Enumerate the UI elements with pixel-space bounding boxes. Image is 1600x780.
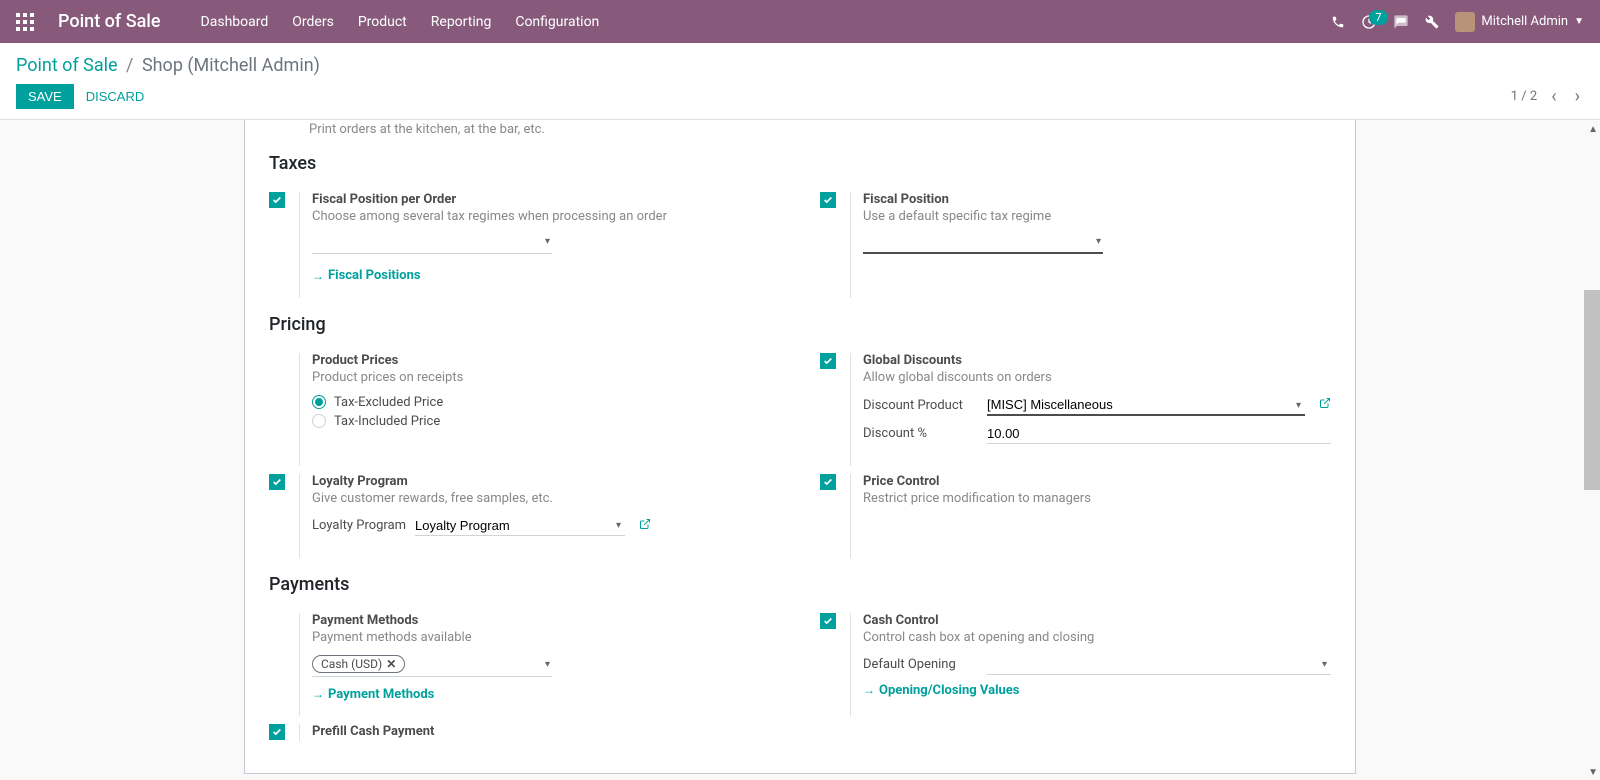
tag-cash-usd: Cash (USD) ✕: [312, 655, 405, 673]
activities-icon[interactable]: 7: [1361, 14, 1377, 30]
activity-badge: 7: [1369, 10, 1387, 25]
radio-icon: [312, 395, 326, 409]
label-loyalty-program: Loyalty Program: [312, 518, 407, 533]
desc-cash-control: Control cash box at opening and closing: [863, 630, 1331, 645]
label-fiscal-position: Fiscal Position: [863, 192, 1331, 207]
radio-icon: [312, 414, 326, 428]
discard-button[interactable]: DISCARD: [74, 84, 157, 109]
form-sheet: Print orders at the kitchen, at the bar,…: [244, 120, 1356, 774]
label-price-control: Price Control: [863, 474, 1331, 489]
section-taxes: Taxes: [269, 153, 1331, 174]
checkbox-fiscal-position[interactable]: [820, 192, 836, 208]
checkbox-loyalty[interactable]: [269, 474, 285, 490]
pager-next-icon[interactable]: ›: [1571, 86, 1584, 107]
checkbox-global-discounts[interactable]: [820, 353, 836, 369]
checkbox-prefill-cash[interactable]: [269, 724, 285, 740]
desc-payment-methods: Payment methods available: [312, 630, 780, 645]
tag-remove-icon[interactable]: ✕: [386, 657, 396, 671]
phone-icon[interactable]: [1331, 15, 1345, 29]
breadcrumb: Point of Sale / Shop (Mitchell Admin): [16, 55, 1584, 76]
label-default-opening: Default Opening: [863, 657, 979, 672]
avatar: [1455, 12, 1475, 32]
pager: 1 / 2 ‹ ›: [1511, 86, 1584, 107]
truncated-prev-desc: Print orders at the kitchen, at the bar,…: [269, 120, 1331, 137]
arrow-right-icon: →: [312, 269, 324, 283]
arrow-right-icon: →: [312, 687, 324, 701]
caret-down-icon: ▼: [1574, 16, 1584, 27]
section-payments: Payments: [269, 574, 1331, 595]
section-pricing: Pricing: [269, 314, 1331, 335]
link-payment-methods[interactable]: →Payment Methods: [312, 687, 434, 702]
input-default-opening[interactable]: [987, 655, 1331, 675]
label-discount-product: Discount Product: [863, 398, 979, 413]
label-fiscal-per-order: Fiscal Position per Order: [312, 192, 780, 207]
breadcrumb-current: Shop (Mitchell Admin): [142, 55, 320, 76]
user-menu[interactable]: Mitchell Admin ▼: [1455, 12, 1584, 32]
field-payment-methods[interactable]: Cash (USD) ✕: [312, 655, 552, 677]
label-product-prices: Product Prices: [312, 353, 780, 368]
desc-fiscal-position: Use a default specific tax regime: [863, 209, 1331, 224]
scroll-down-icon[interactable]: ▼: [1588, 767, 1598, 778]
breadcrumb-sep: /: [126, 55, 133, 76]
apps-icon[interactable]: [16, 13, 34, 31]
main-navbar: Point of Sale Dashboard Orders Product R…: [0, 0, 1600, 43]
navbar-menu: Dashboard Orders Product Reporting Confi…: [201, 14, 600, 30]
label-cash-control: Cash Control: [863, 613, 1331, 628]
input-loyalty-program[interactable]: [415, 516, 625, 536]
menu-dashboard[interactable]: Dashboard: [201, 14, 269, 30]
radio-tax-excluded[interactable]: Tax-Excluded Price: [312, 395, 780, 410]
external-link-icon[interactable]: [1319, 397, 1331, 413]
label-global-discounts: Global Discounts: [863, 353, 1331, 368]
radio-tax-included[interactable]: Tax-Included Price: [312, 414, 780, 429]
external-link-icon[interactable]: [639, 518, 651, 534]
desc-loyalty: Give customer rewards, free samples, etc…: [312, 491, 780, 506]
save-button[interactable]: SAVE: [16, 84, 74, 109]
pager-prev-icon[interactable]: ‹: [1547, 86, 1560, 107]
checkbox-price-control[interactable]: [820, 474, 836, 490]
label-loyalty: Loyalty Program: [312, 474, 780, 489]
pager-value[interactable]: 1 / 2: [1511, 89, 1537, 104]
scroll-up-icon[interactable]: ▲: [1588, 124, 1598, 135]
menu-orders[interactable]: Orders: [292, 14, 334, 30]
label-prefill-cash: Prefill Cash Payment: [312, 724, 780, 739]
breadcrumb-root[interactable]: Point of Sale: [16, 55, 118, 76]
dropdown-fiscal-positions[interactable]: [312, 234, 552, 254]
desc-fiscal-per-order: Choose among several tax regimes when pr…: [312, 209, 780, 224]
input-discount-product[interactable]: [987, 395, 1305, 416]
input-discount-pct[interactable]: [987, 424, 1331, 444]
desc-global-discounts: Allow global discounts on orders: [863, 370, 1331, 385]
control-panel: SAVE DISCARD 1 / 2 ‹ ›: [0, 76, 1600, 120]
debug-icon[interactable]: [1425, 15, 1439, 29]
link-opening-closing[interactable]: →Opening/Closing Values: [863, 683, 1020, 698]
desc-product-prices: Product prices on receipts: [312, 370, 780, 385]
dropdown-default-fiscal-position[interactable]: [863, 234, 1103, 254]
app-brand[interactable]: Point of Sale: [58, 11, 161, 32]
menu-product[interactable]: Product: [358, 14, 407, 30]
label-payment-methods: Payment Methods: [312, 613, 780, 628]
content-area: Print orders at the kitchen, at the bar,…: [0, 120, 1600, 774]
desc-price-control: Restrict price modification to managers: [863, 491, 1331, 506]
link-fiscal-positions[interactable]: →Fiscal Positions: [312, 268, 421, 283]
arrow-right-icon: →: [863, 683, 875, 697]
checkbox-fiscal-per-order[interactable]: [269, 192, 285, 208]
messages-icon[interactable]: [1393, 14, 1409, 30]
scrollbar-thumb[interactable]: [1584, 290, 1600, 490]
breadcrumb-bar: Point of Sale / Shop (Mitchell Admin): [0, 43, 1600, 76]
menu-configuration[interactable]: Configuration: [515, 14, 599, 30]
checkbox-cash-control[interactable]: [820, 613, 836, 629]
label-discount-pct: Discount %: [863, 426, 979, 441]
menu-reporting[interactable]: Reporting: [431, 14, 492, 30]
user-name: Mitchell Admin: [1481, 14, 1568, 29]
